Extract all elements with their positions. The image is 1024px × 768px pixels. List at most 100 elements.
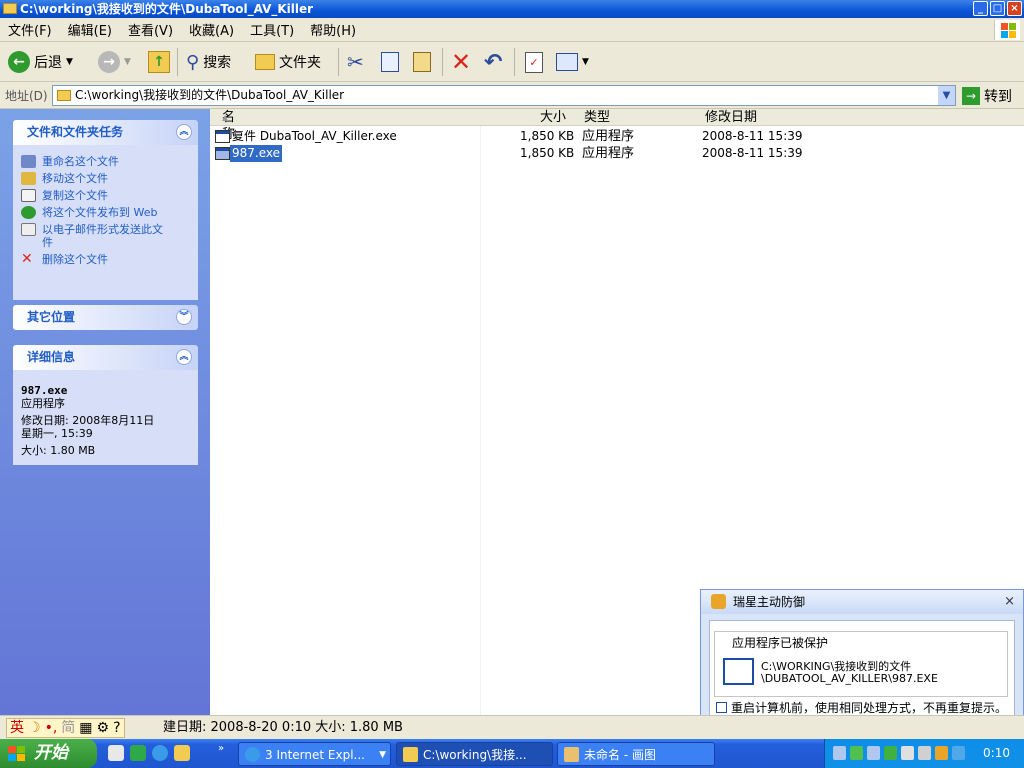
internet-explorer-icon[interactable] <box>152 745 168 761</box>
menu-help[interactable]: 帮助(H) <box>302 20 364 39</box>
go-label: 转到 <box>984 89 1012 105</box>
display-icon[interactable] <box>901 746 914 760</box>
internet-explorer-icon <box>245 747 260 762</box>
network-icon[interactable] <box>867 746 880 760</box>
ime-toolbar[interactable]: 英 ☽ •, 简 ▦ ⚙ ? <box>6 718 125 738</box>
properties-icon[interactable]: ✓ <box>525 48 543 76</box>
notification-title: 瑞星主动防御 <box>733 595 806 609</box>
antivirus-tray-icon[interactable] <box>935 746 948 760</box>
cut-icon[interactable]: ✂ <box>347 48 364 76</box>
menu-favorites[interactable]: 收藏(A) <box>181 20 242 39</box>
go-button[interactable]: → 转到 <box>962 86 1012 106</box>
collapse-icon[interactable]: ︽ <box>176 349 192 365</box>
task-rename[interactable]: 重命名这个文件 <box>21 155 190 168</box>
protected-path: C:\WORKING\我接收到的文件 \DUBATOOL_AV_KILLER\9… <box>761 660 938 685</box>
minimize-button[interactable]: _ <box>973 1 988 16</box>
media-icon[interactable] <box>108 745 124 761</box>
taskbar-button-ie[interactable]: 3 Internet Expl... ▼ <box>238 742 391 766</box>
exe-file-icon <box>215 130 230 143</box>
expand-icon[interactable]: ︾ <box>176 309 192 325</box>
column-type[interactable]: 类型 <box>584 109 610 126</box>
search-button[interactable]: ⚲ 搜索 <box>186 48 231 76</box>
copy-icon <box>21 189 36 202</box>
task-email[interactable]: 以电子邮件形式发送此文件 <box>21 223 190 249</box>
chevron-down-icon[interactable]: ▼ <box>938 86 955 105</box>
rising-logo-icon <box>711 594 726 609</box>
checkbox-box[interactable] <box>716 702 727 713</box>
folders-label: 文件夹 <box>279 55 321 71</box>
ime-language[interactable]: 英 <box>10 716 24 740</box>
quick-launch <box>108 745 190 761</box>
task-publish-web[interactable]: 将这个文件发布到 Web <box>21 206 190 219</box>
up-folder-button[interactable]: ↑ <box>148 48 170 76</box>
copy-icon[interactable] <box>381 48 399 76</box>
folder-icon <box>3 3 17 14</box>
file-row[interactable]: 复件 DubaTool_AV_Killer.exe 1,850 KB 应用程序 … <box>210 128 1024 145</box>
task-copy[interactable]: 复制这个文件 <box>21 189 190 202</box>
chevron-more-icon[interactable]: » <box>218 743 224 754</box>
forward-button[interactable]: → ▼ <box>98 48 131 76</box>
close-button[interactable]: × <box>1007 1 1022 16</box>
column-size[interactable]: 大小 <box>540 109 566 126</box>
moon-icon[interactable]: ☽ <box>28 716 41 740</box>
task-delete[interactable]: ✕ 删除这个文件 <box>21 251 190 267</box>
tools-icon[interactable]: ⚙ <box>97 716 110 740</box>
messenger-icon[interactable] <box>130 745 146 761</box>
title-bar: C:\working\我接收到的文件\DubaTool_AV_Killer _ … <box>0 0 1024 18</box>
messenger-tray-icon[interactable] <box>850 746 863 760</box>
panel-header[interactable]: 文件和文件夹任务 ︽ <box>13 120 198 145</box>
file-tasks-panel: 文件和文件夹任务 ︽ 重命名这个文件 移动这个文件 复制这个文件 将这个文件发布… <box>13 120 198 300</box>
network-icon[interactable] <box>833 746 846 760</box>
phone-icon[interactable] <box>952 746 965 760</box>
file-row-selected[interactable]: 987.exe 1,850 KB 应用程序 2008-8-11 15:39 <box>210 145 1024 162</box>
exe-file-icon <box>215 147 230 160</box>
menu-tools[interactable]: 工具(T) <box>242 20 302 39</box>
punctuation-icon[interactable]: •, <box>45 716 58 740</box>
toolbar: ← 后退 ▼ → ▼ ↑ ⚲ 搜索 文件夹 ✂ ✕ ↶ ✓ ▼ <box>0 42 1024 82</box>
go-arrow-icon: → <box>962 87 980 105</box>
detail-filename: 987.exe <box>21 384 68 397</box>
task-move[interactable]: 移动这个文件 <box>21 172 190 185</box>
status-bar: 英 ☽ •, 简 ▦ ⚙ ? 建日期: 2008-8-20 0:10 大小: 1… <box>0 715 1024 739</box>
taskbar-button-explorer[interactable]: C:\working\我接... <box>396 742 553 766</box>
remember-choice-checkbox[interactable]: 重启计算机前，使用相同处理方式，不再重复提示。 <box>716 699 1007 716</box>
menu-view[interactable]: 查看(V) <box>120 20 181 39</box>
window-title: C:\working\我接收到的文件\DubaTool_AV_Killer <box>20 2 314 16</box>
delete-icon[interactable]: ✕ <box>451 48 471 76</box>
address-value: C:\working\我接收到的文件\DubaTool_AV_Killer <box>75 88 345 102</box>
panel-header[interactable]: 其它位置 ︾ <box>13 305 198 330</box>
collapse-icon[interactable]: ︽ <box>176 124 192 140</box>
other-places-panel: 其它位置 ︾ <box>13 305 198 330</box>
system-tray: 0:10 <box>824 739 1024 768</box>
start-button[interactable]: 开始 <box>0 739 97 768</box>
menu-edit[interactable]: 编辑(E) <box>60 20 120 39</box>
ime-mode[interactable]: 简 <box>61 716 75 740</box>
panel-title: 文件和文件夹任务 <box>27 125 124 139</box>
keyboard-icon[interactable]: ▦ <box>79 716 92 740</box>
folders-icon <box>255 54 275 70</box>
close-icon[interactable]: × <box>1004 590 1015 614</box>
taskbar-button-paint[interactable]: 未命名 - 画图 <box>557 742 715 766</box>
views-button[interactable]: ▼ <box>556 48 589 76</box>
undo-icon[interactable]: ↶ <box>484 48 502 76</box>
explorer-icon[interactable] <box>174 745 190 761</box>
paint-icon <box>564 747 579 762</box>
back-label: 后退 <box>34 55 62 71</box>
panel-header[interactable]: 详细信息 ︽ <box>13 345 198 370</box>
chevron-down-icon: ▼ <box>124 57 131 67</box>
paste-icon[interactable] <box>413 48 431 76</box>
help-icon[interactable]: ? <box>113 716 120 740</box>
back-button[interactable]: ← 后退 ▼ <box>8 48 73 76</box>
umbrella-icon[interactable] <box>884 746 897 760</box>
column-modified[interactable]: 修改日期 <box>705 109 757 126</box>
volume-icon[interactable] <box>918 746 931 760</box>
delete-icon: ✕ <box>21 251 33 267</box>
detail-size: 大小: 1.80 MB <box>21 444 96 457</box>
folders-button[interactable]: 文件夹 <box>255 48 321 76</box>
address-input[interactable]: C:\working\我接收到的文件\DubaTool_AV_Killer ▼ <box>52 85 956 106</box>
detail-modified: 修改日期: 2008年8月11日 <box>21 414 155 427</box>
rename-icon <box>21 155 36 168</box>
maximize-button[interactable]: □ <box>990 1 1005 16</box>
sort-ascending-icon: ▲ <box>222 113 229 122</box>
menu-file[interactable]: 文件(F) <box>0 20 60 39</box>
